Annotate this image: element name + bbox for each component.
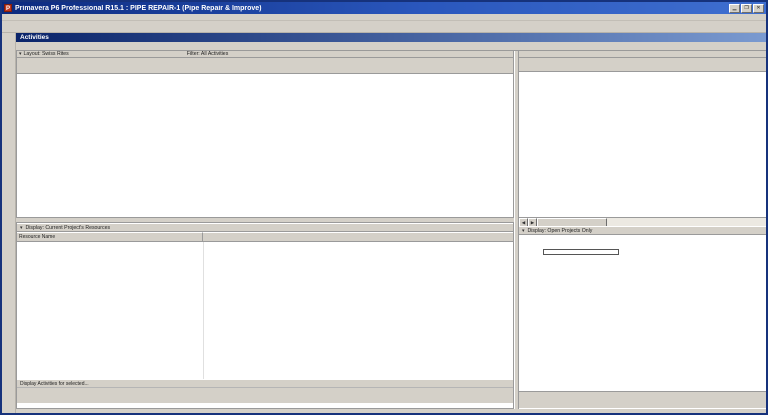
resource-filter-checkboxes (17, 388, 513, 403)
close-button[interactable]: ✕ (753, 4, 764, 13)
profile-display-label: Display: Open Projects Only (528, 228, 593, 234)
resource-list (17, 242, 513, 379)
gantt-header-spacer (519, 51, 766, 58)
display-options-chevron-icon[interactable]: ▾ (20, 225, 23, 231)
window-title: Primavera P6 Professional R15.1 : PIPE R… (15, 5, 728, 12)
resources-display-bar[interactable]: ▾ Display: Current Project's Resources (17, 223, 513, 232)
layout-label: Layout: Swiss Rites (24, 51, 69, 57)
activities-banner: Activities (16, 33, 766, 42)
window-controls: ▁❐✕ (728, 4, 764, 13)
application-window: P Primavera P6 Professional R15.1 : PIPE… (0, 0, 768, 415)
layout-options-bar[interactable]: ▾ Layout: Swiss Rites Filter: All Activi… (17, 51, 513, 58)
page-title: Activities (20, 34, 49, 41)
histogram-legend (543, 249, 619, 255)
activities-table-panel: ▾ Layout: Swiss Rites Filter: All Activi… (16, 51, 514, 218)
toolbar (2, 21, 766, 33)
title-bar: P Primavera P6 Professional R15.1 : PIPE… (2, 2, 766, 14)
profile-display-bar[interactable]: ▾ Display: Open Projects Only (519, 226, 766, 235)
resources-panel: ▾ Display: Current Project's Resources R… (16, 222, 514, 409)
table-header (17, 58, 513, 74)
gantt-panel: ◀ ▶ (519, 51, 766, 228)
maximize-button[interactable]: ❐ (741, 4, 752, 13)
resources-footer-label: Display Activities for selected... (20, 381, 89, 387)
gantt-timescale[interactable] (519, 58, 766, 72)
resource-table-header: Resource Name (17, 232, 513, 242)
layout-chevron-icon[interactable]: ▾ (19, 51, 22, 57)
usage-histogram-svg (519, 235, 766, 391)
column-header-blank (203, 232, 513, 241)
profile-options-chevron-icon[interactable]: ▾ (522, 228, 525, 234)
side-toolbar (2, 33, 16, 413)
tabs-row (16, 42, 766, 51)
menu-bar (2, 14, 766, 21)
minimize-button[interactable]: ▁ (729, 4, 740, 13)
profile-timescale (519, 391, 766, 408)
resources-footer-bar: Display Activities for selected... (17, 379, 513, 388)
resource-column-divider (203, 242, 204, 379)
app-icon: P (4, 4, 12, 12)
usage-profile-panel: ▾ Display: Open Projects Only (519, 226, 766, 409)
column-header-resource-name[interactable]: Resource Name (17, 232, 203, 241)
resources-display-label: Display: Current Project's Resources (26, 225, 111, 231)
filter-label: Filter: All Activities (187, 51, 229, 57)
gantt-chart-area (519, 72, 766, 217)
gantt-chart-svg (519, 72, 766, 217)
